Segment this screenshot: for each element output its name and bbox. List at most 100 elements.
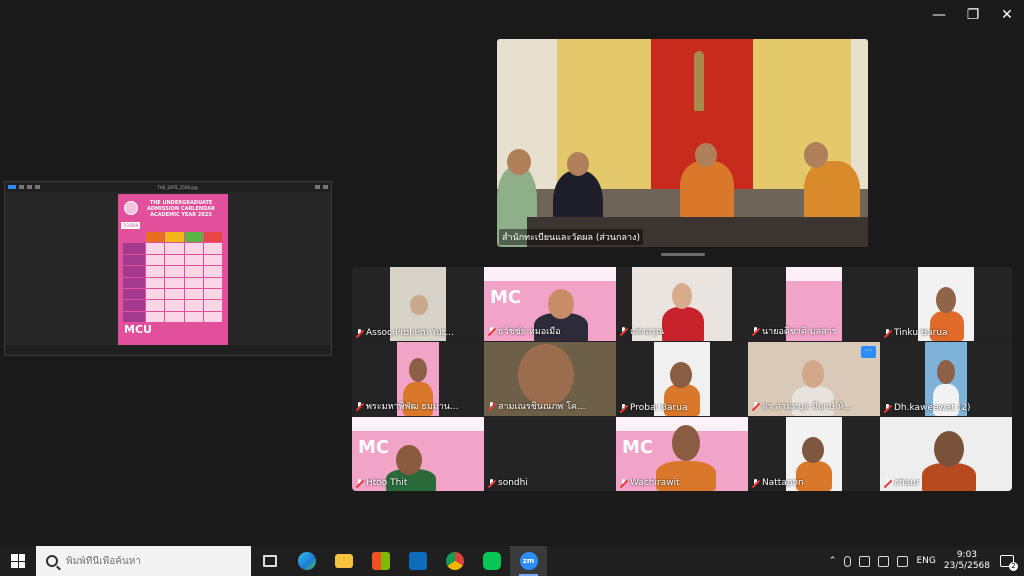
participant-name: Nattapon xyxy=(751,478,804,488)
input-language[interactable]: ENG xyxy=(916,556,935,566)
participant-name: chaur xyxy=(883,478,920,488)
shared-file-title: THE_DATE_2568.jpg xyxy=(157,184,198,190)
security-icon[interactable] xyxy=(859,555,871,567)
image-viewer: THE UNDERGRADUATE ADMISSION CARLENDAR AC… xyxy=(5,192,331,346)
participant-tile[interactable]: Dh.kaweewat (2) xyxy=(880,342,1012,416)
participant-name: แสงอรุณ xyxy=(619,324,664,338)
participant-name: พระมหาพิพัฒ ธมมาน... xyxy=(355,399,459,413)
mic-muted-icon xyxy=(487,401,496,411)
chrome-app[interactable] xyxy=(436,546,473,576)
participant-name: นายอดิชาติ มลสาร xyxy=(751,324,836,338)
mic-muted-icon xyxy=(619,403,628,413)
start-button[interactable] xyxy=(0,546,36,576)
buddha-statue-icon xyxy=(694,51,704,111)
participant-name: Assoc.Prof.Pm Yut... xyxy=(355,328,454,338)
shared-screen-toolbar: THE_DATE_2568.jpg xyxy=(5,182,331,192)
participant-name: Htoo Thit xyxy=(355,478,407,488)
mic-muted-icon xyxy=(883,478,892,488)
restore-button[interactable]: ❐ xyxy=(956,0,990,30)
search-input[interactable] xyxy=(66,555,236,567)
volume-muted-icon[interactable] xyxy=(897,555,909,567)
participant-tile[interactable]: chaur xyxy=(880,417,1012,491)
mic-muted-icon xyxy=(619,326,628,336)
participant-name: sondhi xyxy=(487,478,528,488)
folder-icon xyxy=(334,554,353,568)
mic-muted-icon xyxy=(355,478,364,488)
admission-poster: THE UNDERGRADUATE ADMISSION CARLENDAR AC… xyxy=(118,194,228,346)
active-speaker-video[interactable]: สำนักทะเบียนและวัดผล (ส่วนกลาง) xyxy=(497,39,868,247)
store-app[interactable] xyxy=(362,546,399,576)
windows-taskbar: zm ⌃ ENG 9:03 23/5/2568 2 xyxy=(0,546,1024,576)
close-button[interactable]: ✕ xyxy=(990,0,1024,30)
system-tray: ⌃ ENG 9:03 23/5/2568 2 xyxy=(829,546,1024,576)
mic-muted-icon xyxy=(355,401,364,411)
clock[interactable]: 9:03 23/5/2568 xyxy=(944,550,990,572)
mic-muted-icon xyxy=(355,328,364,338)
participant-tile[interactable]: MC Htoo Thit xyxy=(352,417,484,491)
file-explorer-app[interactable] xyxy=(325,546,362,576)
zoom-icon: zm xyxy=(519,552,538,570)
line-icon xyxy=(482,552,501,570)
edge-app[interactable] xyxy=(288,546,325,576)
store-icon xyxy=(371,552,390,570)
poster-logo: MCU xyxy=(124,323,152,336)
participant-tile[interactable]: sondhi xyxy=(484,417,616,491)
line-app[interactable] xyxy=(473,546,510,576)
participant-tile[interactable]: MC Wachirawit xyxy=(616,417,748,491)
taskbar-search[interactable] xyxy=(36,546,251,576)
poster-badge: TCAS68 xyxy=(121,222,141,229)
participant-tile[interactable]: Nattapon xyxy=(748,417,880,491)
clock-date: 23/5/2568 xyxy=(943,561,990,571)
outlook-icon xyxy=(408,552,427,570)
zoom-app[interactable]: zm xyxy=(510,546,547,576)
university-seal-icon xyxy=(124,201,138,215)
participant-tile[interactable]: พระมหาพิพัฒ ธมมาน... xyxy=(352,342,484,416)
participant-tile[interactable]: ··· ดร.สามทบุล มีฤกษ์ ห้... xyxy=(748,342,880,416)
participant-name: Wachirawit xyxy=(619,478,680,488)
search-icon xyxy=(46,555,58,567)
chevron-up-icon[interactable]: ⌃ xyxy=(829,556,837,566)
more-options-button[interactable]: ··· xyxy=(861,346,876,358)
task-view-icon xyxy=(262,555,277,567)
windows-logo-icon xyxy=(11,554,25,568)
mic-muted-icon xyxy=(751,478,760,488)
participant-tile[interactable]: แสงอรุณ xyxy=(616,267,748,341)
mic-muted-icon xyxy=(751,401,760,411)
speaker-caption: สำนักทะเบียนและวัดผล (ส่วนกลาง) xyxy=(499,229,643,245)
gallery-view: Assoc.Prof.Pm Yut... MC ธวัชชัย หมอเมือ … xyxy=(352,267,1012,491)
clock-time: 9:03 xyxy=(956,550,978,560)
chrome-icon xyxy=(445,552,464,570)
notification-count: 2 xyxy=(1009,562,1018,571)
outlook-app[interactable] xyxy=(399,546,436,576)
mic-muted-icon xyxy=(751,326,760,336)
participant-tile[interactable]: Probal Barua xyxy=(616,342,748,416)
participant-name: ดร.สามทบุล มีฤกษ์ ห้... xyxy=(751,399,852,413)
panel-resize-handle[interactable] xyxy=(661,253,705,256)
mic-muted-icon xyxy=(619,478,628,488)
mic-muted-icon xyxy=(487,326,496,336)
notification-center-icon[interactable]: 2 xyxy=(998,553,1018,571)
participant-name: สามเณรชินณภพ โค... xyxy=(487,399,586,413)
participant-name: ธวัชชัย หมอเมือ xyxy=(487,324,561,338)
participant-name: Tinku Barua xyxy=(883,328,948,338)
task-view-button[interactable] xyxy=(251,546,288,576)
image-viewer-statusbar xyxy=(5,345,331,355)
participant-name: Dh.kaweewat (2) xyxy=(883,403,971,413)
edge-icon xyxy=(297,552,316,570)
participant-tile[interactable]: Tinku Barua xyxy=(880,267,1012,341)
participant-tile[interactable]: สามเณรชินณภพ โค... xyxy=(484,342,616,416)
poster-calendar-table xyxy=(123,232,222,322)
participant-name: Probal Barua xyxy=(619,403,687,413)
network-icon[interactable] xyxy=(878,555,890,567)
window-controls: — ❐ ✕ xyxy=(922,0,1024,30)
mic-muted-icon xyxy=(883,403,892,413)
minimize-button[interactable]: — xyxy=(922,0,956,30)
zoom-meeting-window: — ❐ ✕ THE_DATE_2568.jpg THE UNDERGRADUAT… xyxy=(0,0,1024,546)
microphone-icon[interactable] xyxy=(844,555,852,567)
participant-tile[interactable]: MC ธวัชชัย หมอเมือ xyxy=(484,267,616,341)
mic-muted-icon xyxy=(487,478,496,488)
participant-tile[interactable]: นายอดิชาติ มลสาร xyxy=(748,267,880,341)
shared-screen[interactable]: THE_DATE_2568.jpg THE UNDERGRADUATE ADMI… xyxy=(4,181,332,356)
participant-tile[interactable]: Assoc.Prof.Pm Yut... xyxy=(352,267,484,341)
mic-muted-icon xyxy=(883,328,892,338)
